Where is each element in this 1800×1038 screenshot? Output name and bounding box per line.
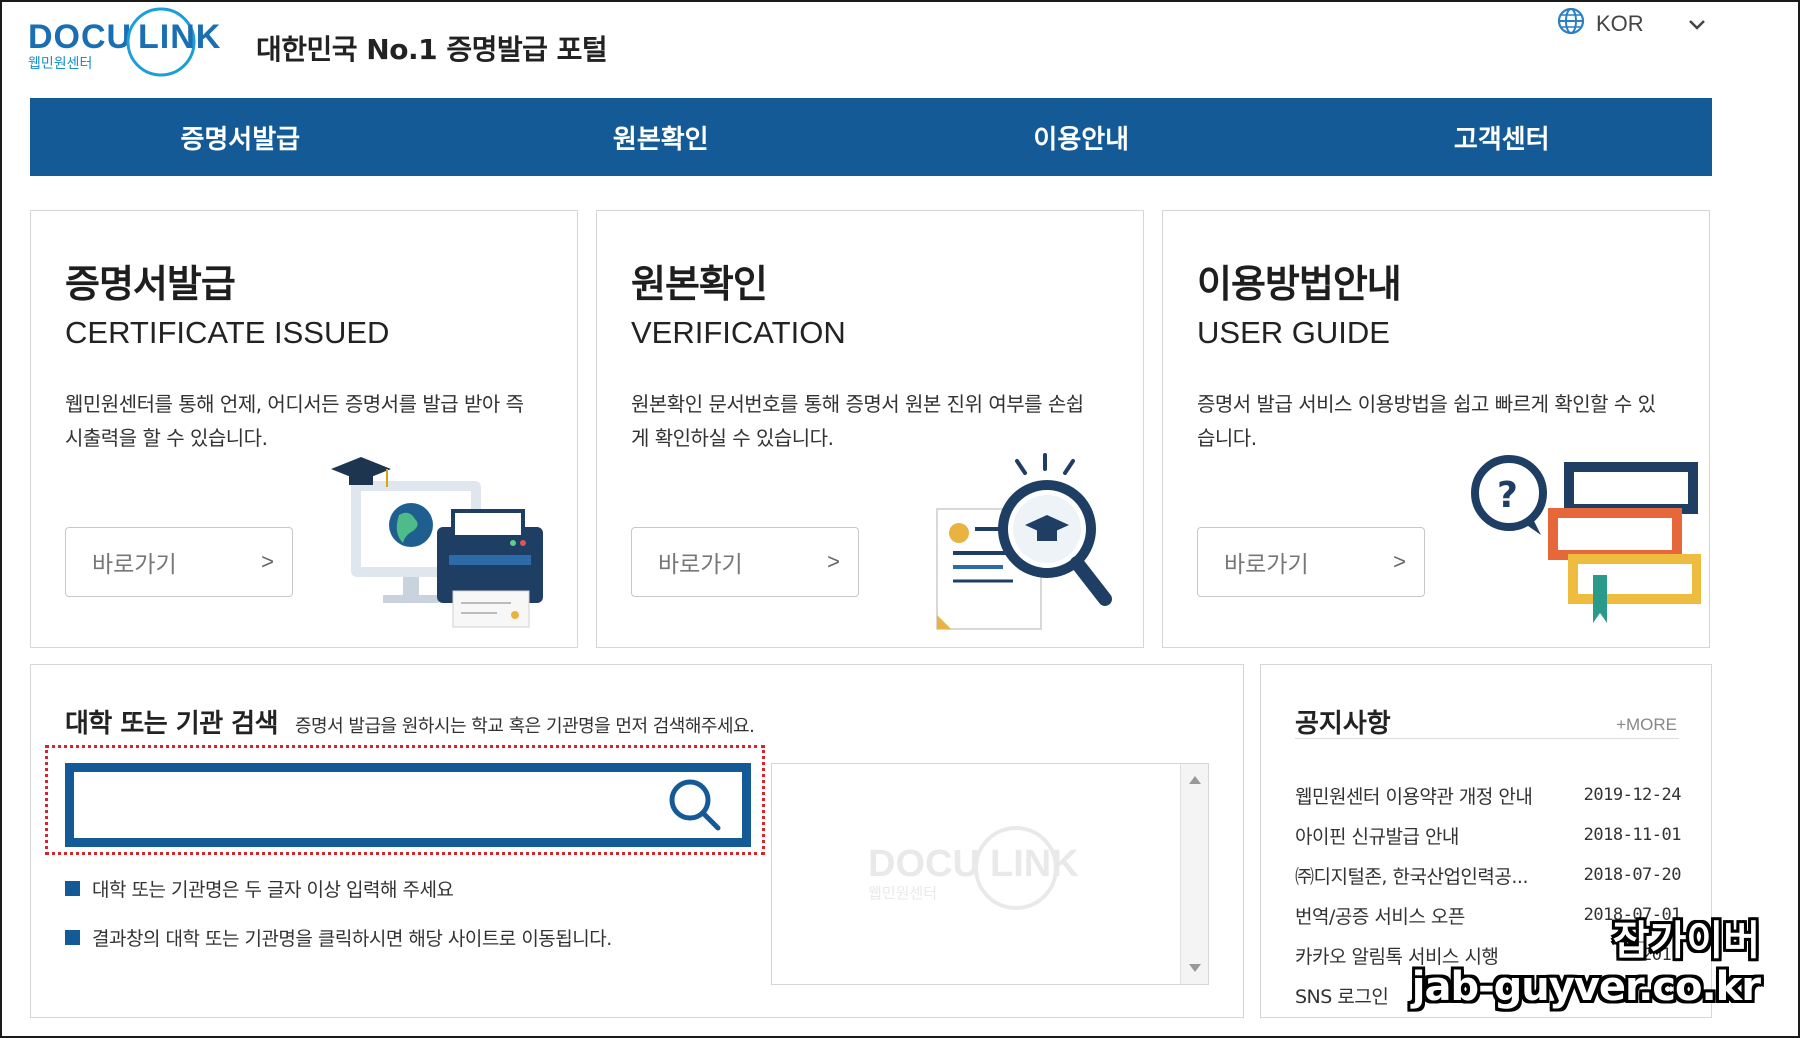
card-description: 원본확인 문서번호를 통해 증명서 원본 진위 여부를 손쉽게 확인하실 수 있… [631, 392, 1084, 450]
nav-item-support[interactable]: 고객센터 [1292, 98, 1713, 176]
divider [1295, 738, 1679, 739]
search-input[interactable] [84, 780, 644, 830]
search-title: 대학 또는 기관 검색 [65, 709, 279, 739]
chevron-down-icon [1688, 11, 1706, 37]
globe-icon [1556, 6, 1586, 42]
nav-item-certificate[interactable]: 증명서발급 [30, 98, 451, 176]
notice-item-title: 아이핀 신규발급 안내 [1295, 825, 1459, 848]
notice-item-title: SNS 로그인 [1295, 985, 1389, 1008]
list-item: 대학 또는 기관명은 두 글자 이상 입력해 주세요 [65, 875, 612, 902]
svg-text:DOCU: DOCU [28, 18, 132, 56]
svg-text:LINK: LINK [990, 843, 1079, 885]
certificate-magnifier-illustration [933, 449, 1133, 643]
button-label: 바로가기 [1224, 552, 1309, 578]
card-description: 증명서 발급 서비스 이용방법을 쉽고 빠르게 확인할 수 있습니다. [1197, 392, 1656, 450]
watermark-korean: 잡가이버 [1612, 918, 1760, 964]
notice-item[interactable]: ㈜디지털존, 한국산업인력공... 2018-07-20 [1295, 855, 1682, 895]
button-label: 바로가기 [658, 552, 743, 578]
search-box [65, 763, 751, 847]
notice-item-date: 2018-11-01 [1583, 825, 1682, 845]
card-certificate: 증명서발급 CERTIFICATE ISSUED 웹민원센터를 통해 언제, 어… [30, 210, 578, 648]
go-verification-button[interactable]: 바로가기 > [631, 527, 859, 597]
notice-item[interactable]: 웹민원센터 이용약관 개정 안내 2019-12-24 [1295, 775, 1682, 815]
results-scrollbar[interactable] [1180, 764, 1208, 984]
search-hint: 증명서 발급을 원하시는 학교 혹은 기관명을 먼저 검색해주세요. [295, 716, 755, 737]
search-instructions: 대학 또는 기관명은 두 글자 이상 입력해 주세요 결과창의 대학 또는 기관… [65, 875, 612, 973]
watermark-url: jab-guyver.co.kr [1411, 964, 1761, 1010]
nav-item-guide[interactable]: 이용안내 [871, 98, 1292, 176]
notice-item[interactable]: 아이핀 신규발급 안내 2018-11-01 [1295, 815, 1682, 855]
bullet-square [65, 881, 80, 896]
computer-printer-illustration [327, 455, 567, 639]
chevron-right-icon: > [827, 549, 840, 574]
card-title: 이용방법안내 [1197, 262, 1402, 306]
notice-item-title: 웹민원센터 이용약관 개정 안내 [1295, 785, 1533, 808]
question-books-illustration: ? [1469, 455, 1702, 639]
go-certificate-button[interactable]: 바로가기 > [65, 527, 293, 597]
svg-text:LINK: LINK [138, 18, 221, 56]
go-guide-button[interactable]: 바로가기 > [1197, 527, 1425, 597]
card-title: 증명서발급 [65, 262, 236, 306]
notice-more-link[interactable]: +MORE [1616, 715, 1677, 735]
site-watermark-overlay: 잡가이버 jab-guyver.co.kr [1411, 918, 1761, 1010]
notice-title: 공지사항 [1295, 709, 1391, 739]
card-verification: 원본확인 VERIFICATION 원본확인 문서번호를 통해 증명서 원본 진… [596, 210, 1144, 648]
svg-text:웹민원센터: 웹민원센터 [28, 56, 92, 72]
button-label: 바로가기 [92, 552, 177, 578]
docu-link-watermark-logo: DOCU LINK 웹민원센터 [868, 824, 1108, 914]
bullet-text: 대학 또는 기관명은 두 글자 이상 입력해 주세요 [92, 879, 454, 901]
scroll-up-icon[interactable] [1189, 776, 1201, 784]
nav-item-verification[interactable]: 원본확인 [451, 98, 872, 176]
svg-text:웹민원센터: 웹민원센터 [868, 884, 937, 902]
institution-search-panel: 대학 또는 기관 검색 증명서 발급을 원하시는 학교 혹은 기관명을 먼저 검… [30, 664, 1244, 1018]
card-user-guide: 이용방법안내 USER GUIDE 증명서 발급 서비스 이용방법을 쉽고 빠르… [1162, 210, 1710, 648]
scroll-down-icon[interactable] [1189, 964, 1201, 972]
svg-text:?: ? [1497, 475, 1518, 516]
notice-item-title: ㈜디지털존, 한국산업인력공... [1295, 865, 1528, 888]
main-nav: 증명서발급 원본확인 이용안내 고객센터 [30, 98, 1712, 176]
card-title: 원본확인 [631, 262, 768, 306]
language-label: KOR [1596, 11, 1644, 36]
card-description: 웹민원센터를 통해 언제, 어디서든 증명서를 발급 받아 즉시출력을 할 수 … [65, 392, 524, 450]
search-results-box[interactable]: DOCU LINK 웹민원센터 [771, 763, 1209, 985]
site-tagline: 대한민국 No.1 증명발급 포털 [256, 33, 608, 66]
svg-text:DOCU: DOCU [868, 843, 980, 885]
notice-item-date: 2019-12-24 [1583, 785, 1682, 805]
chevron-right-icon: > [1393, 549, 1406, 574]
docu-link-logo[interactable]: DOCU LINK 웹민원센터 [28, 4, 243, 78]
chevron-right-icon: > [261, 549, 274, 574]
card-subtitle: CERTIFICATE ISSUED [65, 315, 390, 350]
card-subtitle: VERIFICATION [631, 315, 846, 350]
card-subtitle: USER GUIDE [1197, 315, 1390, 350]
search-icon[interactable] [666, 776, 724, 834]
notice-item-date: 2018-07-20 [1583, 865, 1682, 885]
bullet-text: 결과창의 대학 또는 기관명을 클릭하시면 해당 사이트로 이동됩니다. [92, 928, 612, 950]
bullet-square [65, 930, 80, 945]
list-item: 결과창의 대학 또는 기관명을 클릭하시면 해당 사이트로 이동됩니다. [65, 924, 612, 951]
language-selector[interactable]: KOR [1556, 6, 1706, 42]
